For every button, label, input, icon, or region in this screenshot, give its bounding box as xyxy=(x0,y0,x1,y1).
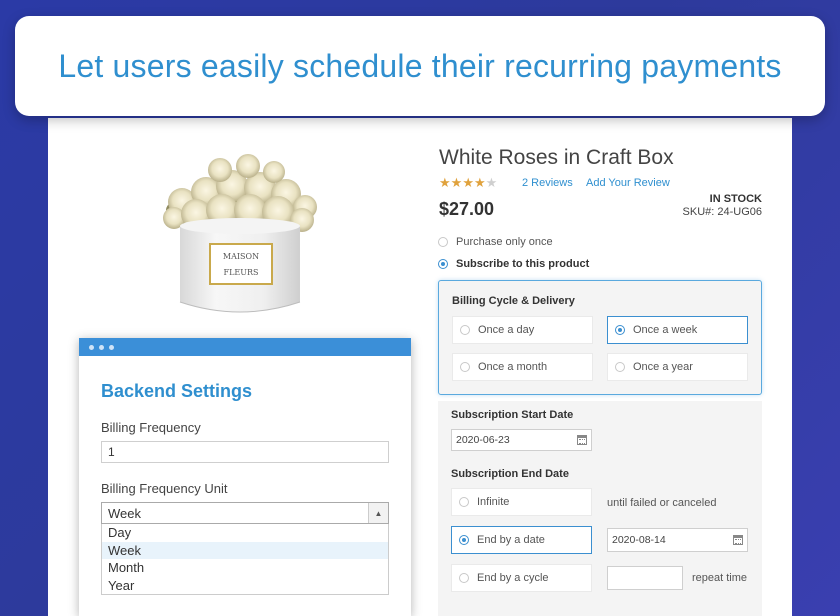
cycle-option-week[interactable]: Once a week xyxy=(607,316,748,344)
radio-icon[interactable] xyxy=(459,497,469,507)
billing-cycle-title: Billing Cycle & Delivery xyxy=(452,295,575,307)
product-image: MAISON FLEURS xyxy=(163,154,317,313)
end-option-infinite[interactable]: Infinite xyxy=(451,488,592,516)
stock-status: IN STOCK xyxy=(709,193,762,205)
billing-unit-selected: Week xyxy=(108,505,141,521)
rating-stars: ★★★★★ xyxy=(439,175,497,191)
billing-frequency-input[interactable]: 1 xyxy=(101,441,389,463)
box-text-line2: FLEURS xyxy=(224,268,259,277)
cycle-option-label: Once a month xyxy=(478,361,548,373)
star-icon: ★ xyxy=(439,175,451,190)
end-date-value: 2020-08-14 xyxy=(612,534,666,546)
start-date-label: Subscription Start Date xyxy=(451,409,574,421)
end-option-label: End by a date xyxy=(477,534,545,546)
radio-checked-icon[interactable] xyxy=(459,535,469,545)
sku: SKU#: 24-UG06 xyxy=(682,206,762,218)
cycle-option-label: Once a week xyxy=(633,324,698,336)
box-text-line1: MAISON xyxy=(223,252,259,261)
end-date-label: Subscription End Date xyxy=(451,468,569,480)
billing-unit-options: Day Week Month Year xyxy=(101,524,389,595)
calendar-icon[interactable] xyxy=(733,535,743,545)
billing-cycle-panel: Billing Cycle & Delivery Once a day Once… xyxy=(438,280,762,395)
subscribe-label: Subscribe to this product xyxy=(456,258,590,270)
radio-icon[interactable] xyxy=(459,573,469,583)
end-option-by-date[interactable]: End by a date xyxy=(451,526,592,554)
caret-up-icon[interactable]: ▲ xyxy=(368,503,388,523)
cycle-option-label: Once a day xyxy=(478,324,535,336)
window-dot-icon xyxy=(89,344,94,350)
purchase-once-option[interactable]: Purchase only once xyxy=(438,236,553,248)
unit-option-week[interactable]: Week xyxy=(102,541,388,559)
billing-frequency-label: Billing Frequency xyxy=(101,420,201,435)
star-empty-icon: ★ xyxy=(485,175,498,190)
end-option-by-cycle[interactable]: End by a cycle xyxy=(451,564,592,592)
backend-settings-window: Backend Settings Billing Frequency 1 Bil… xyxy=(79,338,411,616)
window-dot-icon xyxy=(109,344,114,350)
window-dot-icon xyxy=(99,344,104,350)
headline-banner: Let users easily schedule their recurrin… xyxy=(15,16,825,116)
unit-option-month[interactable]: Month xyxy=(102,559,388,577)
star-icon: ★ xyxy=(450,175,463,190)
billing-unit-label: Billing Frequency Unit xyxy=(101,481,228,496)
star-icon: ★ xyxy=(462,175,474,190)
radio-icon[interactable] xyxy=(460,362,470,372)
unit-option-year[interactable]: Year xyxy=(102,577,388,595)
radio-icon[interactable] xyxy=(460,325,470,335)
radio-checked-icon[interactable] xyxy=(615,325,625,335)
cycle-count-input[interactable] xyxy=(607,566,683,590)
price: $27.00 xyxy=(439,199,495,219)
infinite-note: until failed or canceled xyxy=(607,497,717,509)
start-date-input[interactable]: 2020-06-23 xyxy=(451,429,592,451)
unit-option-day[interactable]: Day xyxy=(102,524,388,542)
radio-icon[interactable] xyxy=(438,237,448,247)
subscribe-option[interactable]: Subscribe to this product xyxy=(438,258,589,270)
end-date-input[interactable]: 2020-08-14 xyxy=(607,528,748,552)
cycle-option-day[interactable]: Once a day xyxy=(452,316,593,344)
window-titlebar xyxy=(79,338,411,356)
add-review-link[interactable]: Add Your Review xyxy=(586,177,670,189)
backend-title: Backend Settings xyxy=(101,381,253,401)
star-icon: ★ xyxy=(473,175,486,190)
end-option-label: Infinite xyxy=(477,496,510,508)
reviews-link[interactable]: 2 Reviews xyxy=(522,177,573,189)
end-option-label: End by a cycle xyxy=(477,572,549,584)
radio-checked-icon[interactable] xyxy=(438,259,448,269)
product-title: White Roses in Craft Box xyxy=(439,146,674,169)
cycle-option-year[interactable]: Once a year xyxy=(607,353,748,381)
radio-icon[interactable] xyxy=(615,362,625,372)
cycle-option-month[interactable]: Once a month xyxy=(452,353,593,381)
billing-unit-select[interactable]: Week ▲ xyxy=(101,502,389,524)
purchase-once-label: Purchase only once xyxy=(456,236,553,248)
subscription-dates-panel: Subscription Start Date 2020-06-23 Subsc… xyxy=(438,401,762,616)
repeat-time-label: repeat time xyxy=(692,572,748,584)
calendar-icon[interactable] xyxy=(577,435,587,445)
headline-text: Let users easily schedule their recurrin… xyxy=(58,47,782,84)
start-date-value: 2020-06-23 xyxy=(456,434,510,446)
cycle-option-label: Once a year xyxy=(633,361,693,373)
